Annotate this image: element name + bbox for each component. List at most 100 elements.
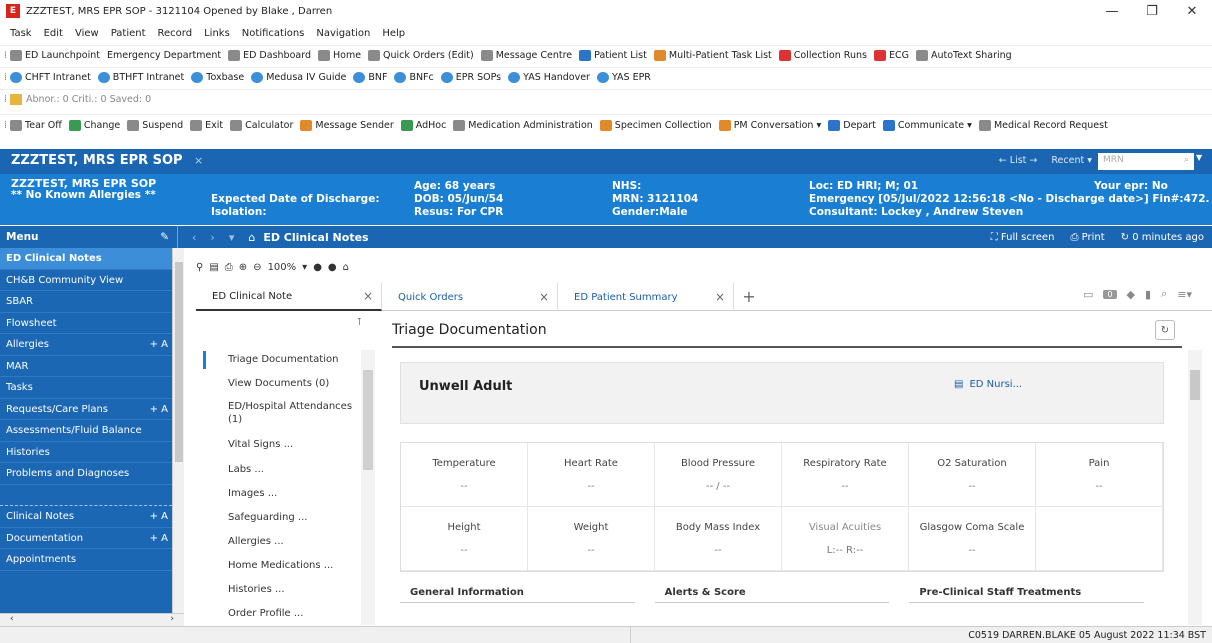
list-button[interactable]: ← List → <box>999 155 1038 166</box>
toc-scrollbar[interactable] <box>361 350 375 625</box>
minimize-icon[interactable]: — <box>1092 0 1132 22</box>
menu-navigation[interactable]: Navigation <box>316 28 370 39</box>
add-request-button[interactable]: + A <box>150 399 168 420</box>
pin-icon[interactable]: ✎ <box>160 231 169 243</box>
sidebar-item-problems[interactable]: Problems and Diagnoses <box>0 463 172 485</box>
results-icon[interactable] <box>10 94 23 105</box>
toc-home-medications[interactable]: Home Medications ... <box>228 559 354 572</box>
depart-button[interactable]: Depart <box>828 120 876 131</box>
message-sender-button[interactable]: Message Sender <box>300 120 394 131</box>
sidebar-item-mar[interactable]: MAR <box>0 356 172 377</box>
link-bnf[interactable]: BNF <box>353 72 387 83</box>
ed-nursing-link[interactable]: ▤ ED Nursi... <box>954 379 1022 390</box>
toolbar-ed-dashboard[interactable]: ED Dashboard <box>228 50 311 61</box>
vital-weight[interactable]: Weight -- <box>528 507 655 571</box>
scroll-left-icon[interactable]: ‹ <box>10 614 14 626</box>
scroll-right-icon[interactable]: › <box>170 614 174 626</box>
vital-blood-pressure[interactable]: Blood Pressure -- / -- <box>655 443 782 507</box>
zoom-dropdown-icon[interactable]: ▾ <box>302 262 307 273</box>
sidebar-item-histories[interactable]: Histories <box>0 442 172 463</box>
toolbar-patient-list[interactable]: Patient List <box>579 50 647 61</box>
print-icon[interactable]: ⎙ <box>225 262 233 273</box>
tab-ed-clinical-note[interactable]: ED Clinical Note × <box>196 283 382 311</box>
vital-bmi[interactable]: Body Mass Index -- <box>655 507 782 571</box>
banner-encounter[interactable]: Emergency [05/Jul/2022 12:56:18 <No - Di… <box>809 193 1209 206</box>
add-documentation-button[interactable]: + A <box>150 528 168 549</box>
toolbar-collection-runs[interactable]: Collection Runs <box>778 50 867 61</box>
search-icon[interactable]: ⌕ <box>1161 287 1167 301</box>
toc-labs[interactable]: Labs ... <box>228 463 354 476</box>
bookmark-icon[interactable]: ▮ <box>1145 288 1151 301</box>
medical-record-request-button[interactable]: Medical Record Request <box>978 120 1108 131</box>
refresh-icon[interactable]: ● <box>328 262 337 273</box>
link-bnfc[interactable]: BNFc <box>394 72 434 83</box>
toolbar-message-centre[interactable]: Message Centre <box>480 50 572 61</box>
link-medusa[interactable]: Medusa IV Guide <box>251 72 346 83</box>
print-button[interactable]: ⎙ Print <box>1070 232 1104 243</box>
sidebar-item-assessments[interactable]: Assessments/Fluid Balance <box>0 420 172 442</box>
link-epr-sops[interactable]: EPR SOPs <box>440 72 501 83</box>
toolbar-quick-orders[interactable]: Quick Orders (Edit) <box>368 50 474 61</box>
vital-gcs[interactable]: Glasgow Coma Scale -- <box>909 507 1036 571</box>
link-yas-epr[interactable]: YAS EPR <box>596 72 651 83</box>
toc-vital-signs[interactable]: Vital Signs ... <box>228 438 354 451</box>
add-tab-button[interactable]: + <box>734 283 764 310</box>
sidebar-scrollbar[interactable] <box>172 248 184 613</box>
close-tab-icon[interactable]: × <box>363 289 373 303</box>
close-tab-icon[interactable]: × <box>715 290 725 304</box>
sidebar-item-ed-clinical-notes[interactable]: ED Clinical Notes <box>0 248 172 270</box>
link-yas-handover[interactable]: YAS Handover <box>508 72 590 83</box>
find-icon[interactable]: ⚲ <box>196 262 203 273</box>
change-button[interactable]: Change <box>68 120 120 131</box>
sidebar-item-requests[interactable]: Requests/Care Plans + A <box>0 399 172 420</box>
link-chft-intranet[interactable]: CHFT Intranet <box>10 72 91 83</box>
link-toxbase[interactable]: Toxbase <box>191 72 244 83</box>
refresh-timestamp[interactable]: ↻ 0 minutes ago <box>1121 232 1204 243</box>
close-patient-icon[interactable]: × <box>194 154 203 167</box>
toolbar-ed-launchpoint[interactable]: ED Launchpoint <box>10 50 100 61</box>
add-allergy-button[interactable]: + A <box>150 334 168 355</box>
toolbar-multi-patient-task-list[interactable]: Multi-Patient Task List <box>653 50 772 61</box>
vital-respiratory-rate[interactable]: Respiratory Rate -- <box>782 443 909 507</box>
toc-images[interactable]: Images ... <box>228 487 354 500</box>
inbox-icon[interactable]: ▭ <box>1083 288 1093 301</box>
stop-icon[interactable]: ● <box>313 262 322 273</box>
tag-icon[interactable]: ◆ <box>1127 288 1135 301</box>
toolbar-ecg[interactable]: ECG <box>873 50 909 61</box>
menu-patient[interactable]: Patient <box>111 28 146 39</box>
zoom-in-icon[interactable]: ⊕ <box>239 262 247 273</box>
toolbar-emergency-department[interactable]: Emergency Department <box>107 50 221 61</box>
medication-administration-button[interactable]: Medication Administration <box>453 120 593 131</box>
adhoc-button[interactable]: AdHoc <box>400 120 446 131</box>
sidebar-item-sbar[interactable]: SBAR <box>0 291 172 313</box>
refresh-button[interactable]: ↻ <box>1155 320 1175 340</box>
sidebar-item-allergies[interactable]: Allergies + A <box>0 334 172 356</box>
toolbar-autotext-sharing[interactable]: AutoText Sharing <box>915 50 1012 61</box>
menu-help[interactable]: Help <box>382 28 405 39</box>
menu-record[interactable]: Record <box>158 28 193 39</box>
tab-ed-patient-summary[interactable]: ED Patient Summary × <box>558 283 734 311</box>
sidebar-item-clinical-notes[interactable]: Clinical Notes + A <box>0 506 172 528</box>
menu-icon[interactable]: ≡▾ <box>1177 288 1192 301</box>
sidebar-hscroll[interactable]: ‹ › <box>0 613 184 626</box>
menu-view[interactable]: View <box>75 28 99 39</box>
content-scrollbar[interactable] <box>1188 350 1202 625</box>
specimen-collection-button[interactable]: Specimen Collection <box>599 120 712 131</box>
vital-heart-rate[interactable]: Heart Rate -- <box>528 443 655 507</box>
sidebar-item-documentation[interactable]: Documentation + A <box>0 528 172 549</box>
patient-tab[interactable]: ZZZTEST, MRS EPR SOP <box>11 153 183 168</box>
vital-visual-acuities[interactable]: Visual Acuities L:-- R:-- <box>782 507 909 571</box>
vital-temperature[interactable]: Temperature -- <box>401 443 528 507</box>
vital-o2-saturation[interactable]: O2 Saturation -- <box>909 443 1036 507</box>
chevron-down-icon[interactable]: ▼ <box>1196 153 1209 170</box>
close-tab-icon[interactable]: × <box>539 290 549 304</box>
tab-quick-orders[interactable]: Quick Orders × <box>382 283 558 311</box>
toc-allergies[interactable]: Allergies ... <box>228 535 354 548</box>
close-icon[interactable]: ✕ <box>1172 0 1212 22</box>
vital-height[interactable]: Height -- <box>401 507 528 571</box>
sidebar-item-chb-community-view[interactable]: CH&B Community View <box>0 270 172 291</box>
sidebar-item-appointments[interactable]: Appointments <box>0 549 172 571</box>
link-bthft-intranet[interactable]: BTHFT Intranet <box>97 72 184 83</box>
search-icon[interactable]: ⌕ <box>1184 155 1189 168</box>
mrn-search-input[interactable]: MRN ⌕ <box>1098 153 1194 170</box>
